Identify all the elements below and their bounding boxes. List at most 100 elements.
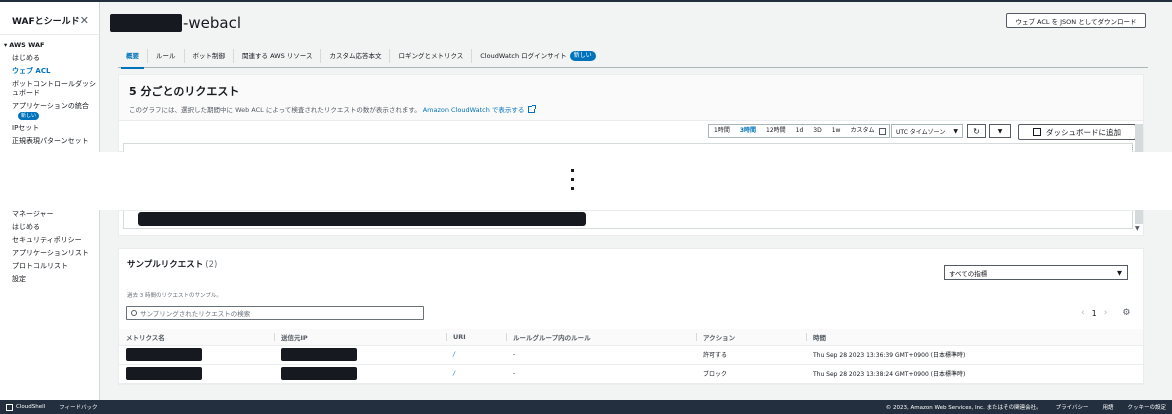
tab-rules[interactable]: ルール bbox=[148, 48, 185, 63]
metric-select[interactable]: すべての指標 ▼ bbox=[944, 265, 1128, 280]
section-label: AWS WAF bbox=[9, 41, 45, 49]
panel-description: 過去 3 時間のリクエストのサンプル。 bbox=[127, 293, 222, 299]
sidebar-section-aws-waf[interactable]: ▾ AWS WAF bbox=[0, 35, 99, 49]
table-row[interactable]: / - 許可する Thu Sep 28 2023 13:36:39 GMT+09… bbox=[119, 345, 1143, 365]
panel-title: サンプルリクエスト (2) bbox=[127, 258, 217, 270]
caret-down-icon: ▾ bbox=[4, 41, 8, 49]
sidebar-item-security-policies[interactable]: セキュリティポリシー bbox=[0, 234, 89, 247]
add-to-dashboard-button[interactable]: ダッシュボードに追加 bbox=[1018, 124, 1136, 140]
cell-time: Thu Sep 28 2023 13:38:24 GMT+0900 (日本標準時… bbox=[806, 364, 1143, 384]
sidebar-item-bot-control-dashboard[interactable]: ボットコントロールダッシュボード bbox=[0, 78, 99, 100]
button-label: ダッシュボードに追加 bbox=[1046, 127, 1121, 137]
sidebar-item-ip-sets[interactable]: IPセット bbox=[0, 122, 99, 135]
caret-down-icon: ▼ bbox=[1117, 268, 1122, 277]
cell-uri[interactable]: / bbox=[446, 345, 506, 365]
column-header-time[interactable]: 時間 bbox=[806, 329, 1143, 346]
tab-overview[interactable]: 概要 bbox=[118, 48, 148, 69]
request-count: (2) bbox=[205, 260, 218, 270]
page-title-text: -webacl bbox=[183, 14, 242, 32]
terminal-icon bbox=[6, 403, 13, 411]
description-text: このグラフには、選択した期間中に Web ACL によって検査されたリクエストの… bbox=[129, 106, 421, 114]
timezone-select[interactable]: UTC タイムゾーン ▼ bbox=[891, 124, 963, 138]
range-1w[interactable]: 1w bbox=[827, 125, 846, 137]
pagination: ‹ 1 › ⚙ bbox=[1081, 308, 1130, 318]
search-icon bbox=[131, 310, 137, 316]
range-1d[interactable]: 1d bbox=[791, 125, 809, 137]
sidebar-item-settings[interactable]: 設定 bbox=[0, 273, 89, 286]
chevron-right-icon[interactable]: › bbox=[1104, 308, 1108, 318]
sidebar-item-regex-pattern-sets[interactable]: 正規表現パターンセット bbox=[0, 135, 99, 148]
refresh-options-button[interactable]: ▼ bbox=[989, 124, 1011, 138]
tab-logging-metrics[interactable]: ロギングとメトリクス bbox=[390, 48, 473, 63]
download-json-button[interactable]: ウェブ ACL を JSON としてダウンロード bbox=[1006, 13, 1146, 28]
tab-label: CloudWatch ログインサイト bbox=[480, 51, 567, 60]
sidebar-title: WAFとシールド bbox=[12, 16, 80, 27]
sidebar-header: WAFとシールド ✕ bbox=[0, 2, 99, 30]
caret-down-icon: ▼ bbox=[997, 127, 1003, 135]
refresh-icon: ↻ bbox=[973, 126, 980, 136]
time-range-selector: 1時間 3時間 12時間 1d 3D 1w カスタム bbox=[708, 124, 891, 138]
privacy-link[interactable]: プライバシー bbox=[1056, 403, 1089, 411]
sample-requests-panel: サンプルリクエスト (2) すべての指標 ▼ 過去 3 時間のリクエストのサンプル… bbox=[118, 248, 1144, 385]
range-3h[interactable]: 3時間 bbox=[735, 125, 761, 137]
refresh-button[interactable]: ↻ bbox=[967, 124, 986, 138]
search-placeholder: サンプリングされたリクエストの検索 bbox=[140, 310, 251, 318]
tab-bot-control[interactable]: ボット制御 bbox=[185, 48, 234, 63]
scrollbar[interactable] bbox=[1135, 210, 1143, 224]
new-badge: 新しい bbox=[18, 112, 40, 120]
scroll-down-icon[interactable]: ▼ bbox=[1135, 225, 1140, 232]
requests-chart-panel: 5 分ごとのリクエスト このグラフには、選択した期間中に Web ACL によっ… bbox=[118, 74, 1144, 153]
cell-rule: - bbox=[506, 364, 696, 384]
sidebar-item-manager-getting-started[interactable]: はじめる bbox=[0, 221, 89, 234]
close-icon[interactable]: ✕ bbox=[80, 14, 89, 27]
cell-rule: - bbox=[506, 345, 696, 365]
top-bar bbox=[0, 0, 1172, 2]
cell-metric bbox=[119, 364, 274, 384]
tab-associated-resources[interactable]: 関連する AWS リソース bbox=[234, 48, 322, 63]
range-custom[interactable]: カスタム bbox=[845, 125, 879, 137]
column-header-metric[interactable]: メトリクス名 bbox=[119, 329, 274, 346]
column-header-source-ip[interactable]: 送信元IP bbox=[274, 329, 446, 346]
cloudshell-button[interactable]: CloudShell bbox=[6, 403, 45, 411]
column-header-action[interactable]: アクション bbox=[696, 329, 806, 346]
column-header-rule[interactable]: ルールグループ内のルール bbox=[506, 329, 696, 346]
timezone-label: UTC タイムゾーン bbox=[896, 128, 946, 136]
copyright-text: © 2023, Amazon Web Services, Inc. またはその関… bbox=[885, 405, 1042, 411]
sidebar-item-app-integration[interactable]: アプリケーションの統合 新しい bbox=[0, 100, 99, 122]
redacted-value bbox=[281, 367, 357, 380]
range-3d[interactable]: 3D bbox=[808, 125, 826, 137]
metric-select-value: すべての指標 bbox=[949, 269, 988, 278]
redacted-legend bbox=[138, 212, 586, 226]
tab-cloudwatch-log-insights[interactable]: CloudWatch ログインサイト 新しい bbox=[472, 49, 603, 63]
new-badge: 新しい bbox=[569, 50, 596, 61]
search-input[interactable]: サンプリングされたリクエストの検索 bbox=[126, 306, 424, 320]
calendar-icon[interactable] bbox=[879, 127, 887, 135]
external-link-icon bbox=[1033, 128, 1041, 136]
sidebar-item-getting-started[interactable]: はじめる bbox=[0, 52, 99, 65]
column-header-uri[interactable]: URI bbox=[446, 329, 506, 346]
external-link-icon[interactable] bbox=[528, 104, 537, 113]
sidebar-item-application-lists[interactable]: アプリケーションリスト bbox=[0, 247, 89, 260]
tab-custom-response-bodies[interactable]: カスタム応答本文 bbox=[321, 48, 391, 63]
sidebar-item-web-acl[interactable]: ウェブ ACL bbox=[0, 65, 99, 78]
sample-requests-table: メトリクス名 送信元IP URI ルールグループ内のルール アクション 時間 /… bbox=[119, 329, 1143, 384]
cell-action: 許可する bbox=[696, 345, 806, 365]
redacted-value bbox=[281, 348, 357, 361]
cell-uri[interactable]: / bbox=[446, 364, 506, 384]
cloudwatch-link[interactable]: Amazon CloudWatch で表示する bbox=[423, 104, 525, 114]
sidebar-item-protocol-lists[interactable]: プロトコルリスト bbox=[0, 260, 89, 273]
chevron-left-icon[interactable]: ‹ bbox=[1081, 308, 1085, 318]
range-1h[interactable]: 1時間 bbox=[709, 125, 735, 137]
redacted-value bbox=[126, 367, 202, 380]
gear-icon[interactable]: ⚙ bbox=[1122, 308, 1130, 318]
range-12h[interactable]: 12時間 bbox=[761, 125, 791, 137]
page-number[interactable]: 1 bbox=[1092, 309, 1097, 318]
cookie-settings-link[interactable]: クッキーの設定 bbox=[1127, 403, 1166, 411]
table-row[interactable]: / - ブロック Thu Sep 28 2023 13:38:24 GMT+09… bbox=[119, 364, 1143, 384]
cell-metric bbox=[119, 345, 274, 365]
feedback-link[interactable]: フィードバック bbox=[59, 403, 97, 411]
scrollbar[interactable] bbox=[1135, 124, 1143, 152]
cell-source-ip bbox=[274, 345, 446, 365]
footer: CloudShell フィードバック © 2023, Amazon Web Se… bbox=[0, 400, 1172, 414]
terms-link[interactable]: 用語 bbox=[1102, 403, 1113, 411]
